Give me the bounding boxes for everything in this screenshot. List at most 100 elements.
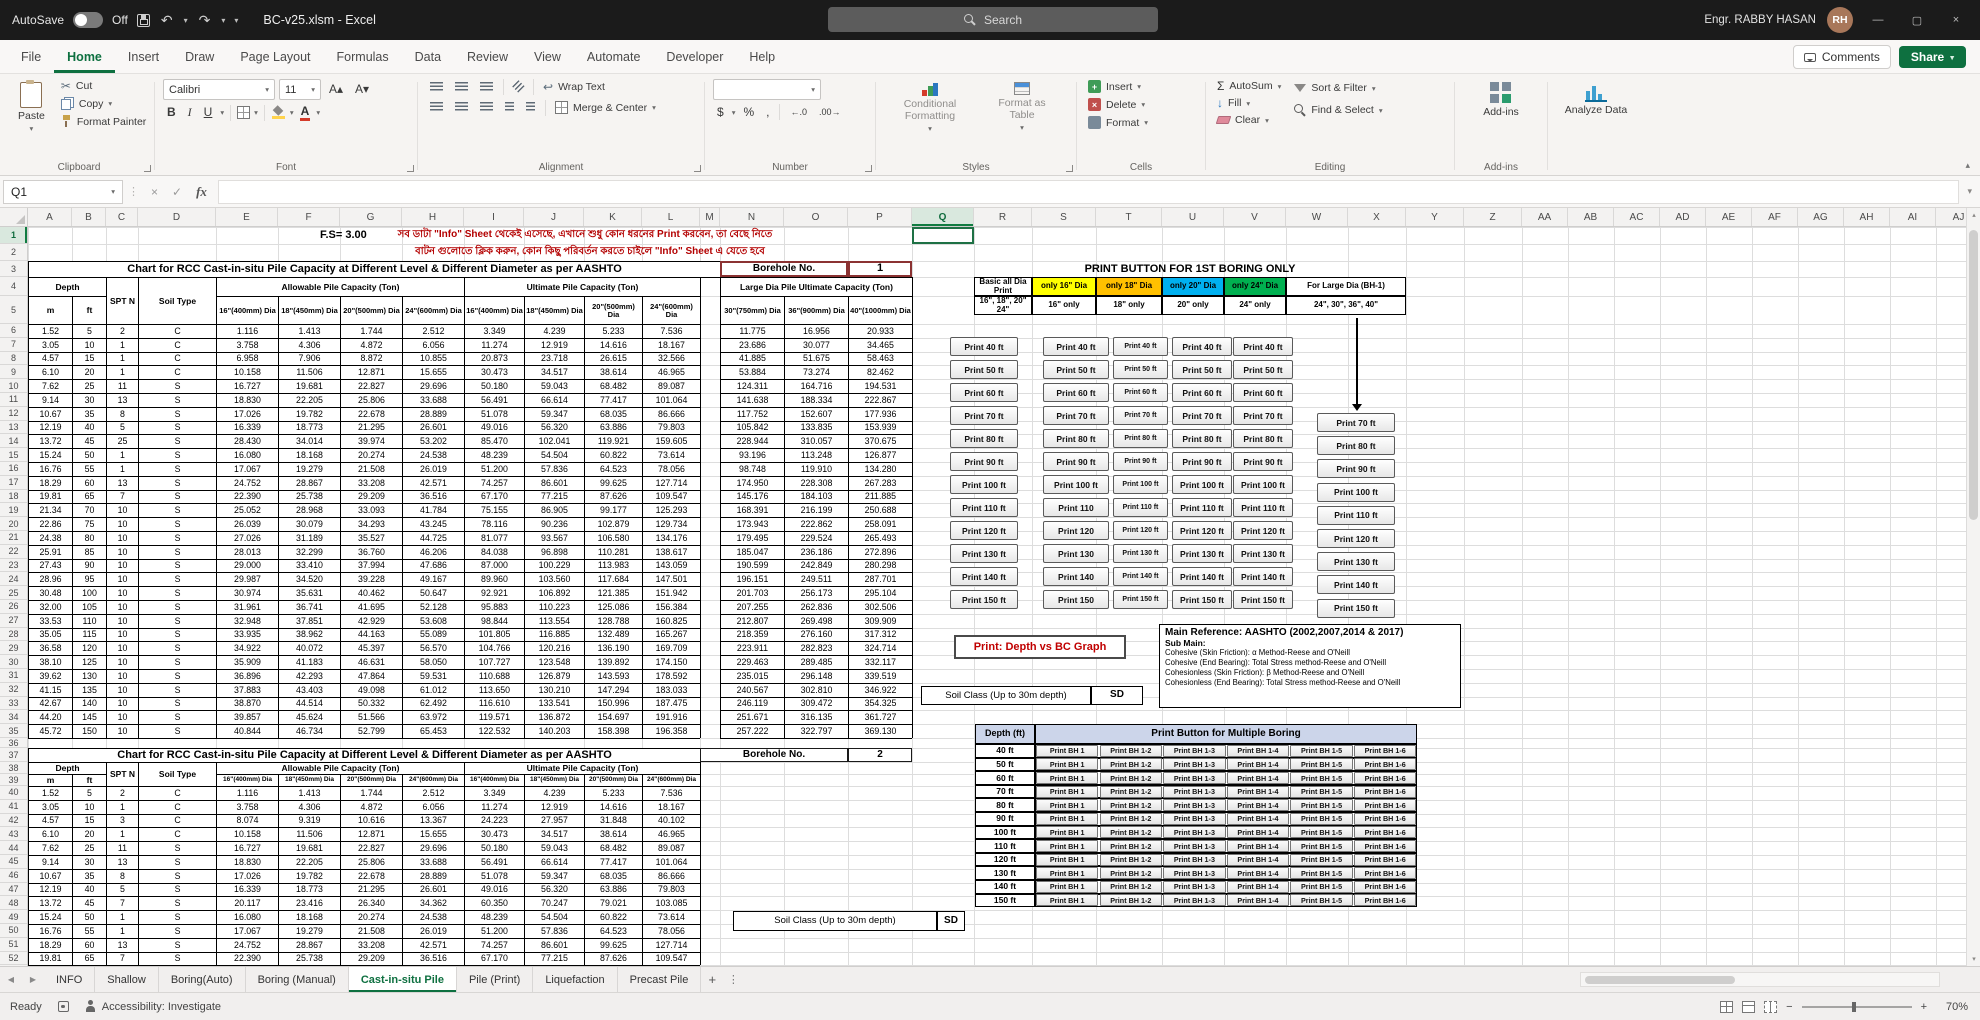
percent-style-button[interactable]: %	[739, 104, 758, 120]
print-button-basic-all-dia-print-print-70-ft[interactable]: Print 70 ft	[950, 406, 1018, 425]
font-size-select[interactable]: 11▾	[279, 79, 321, 100]
print-button-only-18-dia-print-150-ft[interactable]: Print 150 ft	[1113, 590, 1168, 609]
print-bh-button-50-ft-print-bh-1-4[interactable]: Print BH 1-4	[1227, 758, 1289, 770]
vertical-scrollbar[interactable]: ▴ ▾	[1966, 208, 1980, 966]
row-header-3[interactable]: 3	[0, 261, 27, 277]
print-bh-button-80-ft-print-bh-1-2[interactable]: Print BH 1-2	[1100, 799, 1162, 811]
sheet-tab-shallow[interactable]: Shallow	[95, 967, 159, 992]
grid-canvas[interactable]: F.S= 3.00সব ডাটা "Info" Sheet থেকেই এসেছ…	[0, 227, 1966, 966]
print-bh-button-120-ft-print-bh-1-4[interactable]: Print BH 1-4	[1227, 854, 1289, 866]
increase-indent-button[interactable]	[522, 99, 539, 115]
print-button-for-large-dia-bh-1-print-130-ft[interactable]: Print 130 ft	[1317, 552, 1395, 571]
font-dialog-launcher-icon[interactable]	[407, 165, 414, 172]
row-header-29[interactable]: 29	[0, 641, 27, 655]
font-color-button[interactable]: A	[298, 104, 313, 121]
print-button-only-20-dia-print-90-ft[interactable]: Print 90 ft	[1172, 452, 1232, 471]
print-bh-button-110-ft-print-bh-1[interactable]: Print BH 1	[1036, 840, 1098, 852]
print-bh-button-70-ft-print-bh-1[interactable]: Print BH 1	[1036, 786, 1098, 798]
print-button-only-16-dia-print-80-ft[interactable]: Print 80 ft	[1043, 429, 1109, 448]
print-bh-button-60-ft-print-bh-1-4[interactable]: Print BH 1-4	[1227, 772, 1289, 784]
column-header-L[interactable]: L	[642, 208, 700, 226]
zoom-out-button[interactable]: −	[1786, 1001, 1792, 1013]
print-bh-button-120-ft-print-bh-1[interactable]: Print BH 1	[1036, 854, 1098, 866]
row-header-40[interactable]: 40	[0, 786, 27, 800]
comma-style-button[interactable]: ,	[762, 104, 773, 120]
print-bh-button-90-ft-print-bh-1[interactable]: Print BH 1	[1036, 813, 1098, 825]
print-bh-button-120-ft-print-bh-1-6[interactable]: Print BH 1-6	[1354, 854, 1416, 866]
fill-color-button[interactable]	[271, 106, 286, 119]
column-header-AF[interactable]: AF	[1752, 208, 1798, 226]
align-top-button[interactable]	[426, 79, 447, 95]
print-button-only-24-dia-print-110-ft[interactable]: Print 110 ft	[1233, 498, 1293, 517]
print-button-only-16-dia-print-60-ft[interactable]: Print 60 ft	[1043, 383, 1109, 402]
row-header-11[interactable]: 11	[0, 393, 27, 407]
sheet-options-icon[interactable]: ⋮	[723, 967, 743, 992]
print-button-only-24-dia-print-100-ft[interactable]: Print 100 ft	[1233, 475, 1293, 494]
print-bh-button-150-ft-print-bh-1-5[interactable]: Print BH 1-5	[1290, 894, 1352, 906]
vertical-scroll-thumb[interactable]	[1969, 230, 1978, 520]
orientation-button[interactable]	[510, 79, 527, 95]
print-bh-button-70-ft-print-bh-1-4[interactable]: Print BH 1-4	[1227, 786, 1289, 798]
name-box[interactable]: Q1▾	[3, 180, 123, 204]
print-bh-button-40-ft-print-bh-1[interactable]: Print BH 1	[1036, 745, 1098, 757]
print-bh-button-50-ft-print-bh-1-2[interactable]: Print BH 1-2	[1100, 758, 1162, 770]
print-button-for-large-dia-bh-1-print-150-ft[interactable]: Print 150 ft	[1317, 599, 1395, 618]
print-button-only-24-dia-print-60-ft[interactable]: Print 60 ft	[1233, 383, 1293, 402]
print-button-only-20-dia-print-120-ft[interactable]: Print 120 ft	[1172, 521, 1232, 540]
row-header-36[interactable]: 36	[0, 738, 27, 748]
number-format-select[interactable]: ▾	[713, 79, 821, 100]
print-button-only-24-dia-print-90-ft[interactable]: Print 90 ft	[1233, 452, 1293, 471]
accessibility-status[interactable]: Accessibility: Investigate	[85, 1000, 221, 1013]
column-header-A[interactable]: A	[28, 208, 72, 226]
print-button-only-20-dia-print-40-ft[interactable]: Print 40 ft	[1172, 337, 1232, 356]
print-bh-button-90-ft-print-bh-1-3[interactable]: Print BH 1-3	[1163, 813, 1225, 825]
increase-font-button[interactable]: A▴	[325, 81, 347, 97]
print-button-only-16-dia-print-90-ft[interactable]: Print 90 ft	[1043, 452, 1109, 471]
print-bh-button-110-ft-print-bh-1-4[interactable]: Print BH 1-4	[1227, 840, 1289, 852]
column-header-AC[interactable]: AC	[1614, 208, 1660, 226]
print-bh-button-130-ft-print-bh-1-5[interactable]: Print BH 1-5	[1290, 867, 1352, 879]
row-header-4[interactable]: 4	[0, 277, 27, 296]
row-header-9[interactable]: 9	[0, 365, 27, 379]
row-header-21[interactable]: 21	[0, 531, 27, 545]
row-header-34[interactable]: 34	[0, 710, 27, 724]
print-button-only-18-dia-print-40-ft[interactable]: Print 40 ft	[1113, 337, 1168, 356]
sheet-nav-right-icon[interactable]: ▶	[22, 967, 44, 992]
print-bh-button-100-ft-print-bh-1-4[interactable]: Print BH 1-4	[1227, 826, 1289, 838]
row-header-45[interactable]: 45	[0, 855, 27, 869]
save-icon[interactable]	[137, 14, 150, 27]
sheet-tab-info[interactable]: INFO	[44, 967, 95, 992]
column-header-M[interactable]: M	[700, 208, 720, 226]
zoom-slider[interactable]	[1802, 1006, 1912, 1008]
row-header-25[interactable]: 25	[0, 586, 27, 600]
align-middle-button[interactable]	[451, 79, 472, 95]
print-button-only-24-dia-print-150-ft[interactable]: Print 150 ft	[1233, 590, 1293, 609]
print-bh-button-140-ft-print-bh-1-5[interactable]: Print BH 1-5	[1290, 881, 1352, 893]
column-header-E[interactable]: E	[216, 208, 278, 226]
column-header-AI[interactable]: AI	[1890, 208, 1936, 226]
print-button-only-18-dia-print-90-ft[interactable]: Print 90 ft	[1113, 452, 1168, 471]
print-button-only-16-dia-print-130[interactable]: Print 130	[1043, 544, 1109, 563]
minimize-button[interactable]: —	[1864, 14, 1892, 26]
column-header-P[interactable]: P	[848, 208, 912, 226]
print-button-only-18-dia-print-70-ft[interactable]: Print 70 ft	[1113, 406, 1168, 425]
column-header-AE[interactable]: AE	[1706, 208, 1752, 226]
conditional-formatting-button[interactable]: Conditional Formatting ▾	[884, 79, 976, 136]
print-bh-button-100-ft-print-bh-1-6[interactable]: Print BH 1-6	[1354, 826, 1416, 838]
align-bottom-button[interactable]	[476, 79, 497, 95]
row-header-16[interactable]: 16	[0, 462, 27, 476]
print-button-only-18-dia-print-140-ft[interactable]: Print 140 ft	[1113, 567, 1168, 586]
print-bh-button-70-ft-print-bh-1-6[interactable]: Print BH 1-6	[1354, 786, 1416, 798]
print-bh-button-40-ft-print-bh-1-2[interactable]: Print BH 1-2	[1100, 745, 1162, 757]
row-header-31[interactable]: 31	[0, 669, 27, 683]
print-button-only-18-dia-print-80-ft[interactable]: Print 80 ft	[1113, 429, 1168, 448]
bold-button[interactable]: B	[163, 104, 180, 120]
copy-button[interactable]: Copy▾	[58, 96, 149, 111]
print-bh-button-40-ft-print-bh-1-4[interactable]: Print BH 1-4	[1227, 745, 1289, 757]
column-header-V[interactable]: V	[1224, 208, 1286, 226]
row-header-8[interactable]: 8	[0, 352, 27, 366]
print-button-only-20-dia-print-60-ft[interactable]: Print 60 ft	[1172, 383, 1232, 402]
ribbon-tab-formulas[interactable]: Formulas	[324, 40, 402, 73]
print-bh-button-130-ft-print-bh-1-2[interactable]: Print BH 1-2	[1100, 867, 1162, 879]
row-header-26[interactable]: 26	[0, 600, 27, 614]
